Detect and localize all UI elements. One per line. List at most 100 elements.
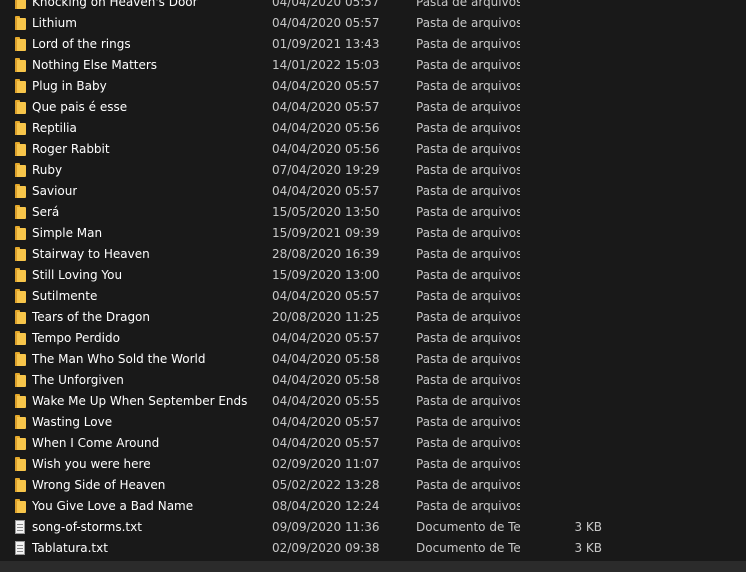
file-name: Still Loving You bbox=[32, 268, 123, 282]
folder-icon bbox=[14, 457, 27, 472]
file-date-modified: 15/05/2020 13:50 bbox=[272, 205, 380, 219]
file-name: Lithium bbox=[32, 16, 77, 30]
file-date-modified: 04/04/2020 05:56 bbox=[272, 142, 380, 156]
file-date-modified: 04/04/2020 05:57 bbox=[272, 100, 380, 114]
file-row[interactable]: The Unforgiven 04/04/2020 05:58 Pasta de a… bbox=[0, 370, 746, 391]
file-row[interactable]: You Give Love a Bad Name 08/04/2020 12:24… bbox=[0, 496, 746, 517]
file-name: Reptilia bbox=[32, 121, 77, 135]
file-type: Pasta de arquivos bbox=[416, 100, 520, 114]
file-name: Será bbox=[32, 205, 60, 219]
file-type: Pasta de arquivos bbox=[416, 37, 520, 51]
file-type: Pasta de arquivos bbox=[416, 247, 520, 261]
file-row[interactable]: song-of-storms.txt 09/09/2020 11:36 Docume… bbox=[0, 517, 746, 538]
folder-icon bbox=[14, 0, 27, 10]
file-type: Pasta de arquivos bbox=[416, 289, 520, 303]
folder-icon bbox=[14, 100, 27, 115]
file-row[interactable]: Wish you were here 02/09/2020 11:07 Pasta … bbox=[0, 454, 746, 475]
file-type: Pasta de arquivos bbox=[416, 268, 520, 282]
file-row[interactable]: When I Come Around 04/04/2020 05:57 Pasta … bbox=[0, 433, 746, 454]
file-name: The Unforgiven bbox=[32, 373, 124, 387]
horizontal-scrollbar[interactable] bbox=[0, 561, 746, 572]
file-row[interactable]: Tablatura.txt 02/09/2020 09:38 Documento d… bbox=[0, 538, 746, 559]
folder-icon bbox=[14, 121, 27, 136]
file-row[interactable]: The Man Who Sold the World 04/04/2020 05:… bbox=[0, 349, 746, 370]
folder-icon bbox=[14, 331, 27, 346]
file-name: Knocking on Heaven's Door bbox=[32, 0, 198, 9]
folder-icon bbox=[14, 247, 27, 262]
file-row[interactable]: Tears of the Dragon 20/08/2020 11:25 Pasta… bbox=[0, 307, 746, 328]
file-date-modified: 04/04/2020 05:56 bbox=[272, 121, 380, 135]
file-date-modified: 09/09/2020 11:36 bbox=[272, 520, 380, 534]
file-date-modified: 04/04/2020 05:58 bbox=[272, 373, 380, 387]
file-type: Pasta de arquivos bbox=[416, 394, 520, 408]
file-row[interactable]: Knocking on Heaven's Door 04/04/2020 05:5… bbox=[0, 0, 746, 13]
file-name: Wasting Love bbox=[32, 415, 113, 429]
file-name: When I Come Around bbox=[32, 436, 160, 450]
file-date-modified: 05/02/2022 13:28 bbox=[272, 478, 380, 492]
file-row[interactable]: Plug in Baby 04/04/2020 05:57 Pasta de arq… bbox=[0, 76, 746, 97]
folder-icon bbox=[14, 163, 27, 178]
file-date-modified: 04/04/2020 05:57 bbox=[272, 16, 380, 30]
file-row[interactable]: Wrong Side of Heaven 05/02/2022 13:28 Past… bbox=[0, 475, 746, 496]
file-row[interactable]: Stairway to Heaven 28/08/2020 16:39 Pasta … bbox=[0, 244, 746, 265]
folder-icon bbox=[14, 373, 27, 388]
file-type: Pasta de arquivos bbox=[416, 16, 520, 30]
file-type: Pasta de arquivos bbox=[416, 331, 520, 345]
file-size: 3 KB bbox=[574, 541, 602, 555]
file-row[interactable]: Reptilia 04/04/2020 05:56 Pasta de arquivo… bbox=[0, 118, 746, 139]
file-name: Roger Rabbit bbox=[32, 142, 110, 156]
file-name: The Man Who Sold the World bbox=[32, 352, 206, 366]
file-name: Wrong Side of Heaven bbox=[32, 478, 166, 492]
file-type: Pasta de arquivos bbox=[416, 163, 520, 177]
file-row[interactable]: Será 15/05/2020 13:50 Pasta de arquivos bbox=[0, 202, 746, 223]
file-type: Documento de Te... bbox=[416, 541, 520, 555]
folder-icon bbox=[14, 352, 27, 367]
folder-icon bbox=[14, 499, 27, 514]
file-row[interactable]: Tempo Perdido 04/04/2020 05:57 Pasta de ar… bbox=[0, 328, 746, 349]
file-type: Pasta de arquivos bbox=[416, 121, 520, 135]
file-date-modified: 04/04/2020 05:57 bbox=[272, 415, 380, 429]
file-name: Saviour bbox=[32, 184, 78, 198]
file-type: Pasta de arquivos bbox=[416, 499, 520, 513]
file-row[interactable]: Nothing Else Matters 14/01/2022 15:03 Past… bbox=[0, 55, 746, 76]
file-row[interactable]: Ruby 07/04/2020 19:29 Pasta de arquivos bbox=[0, 160, 746, 181]
file-row[interactable]: Still Loving You 15/09/2020 13:00 Pasta de… bbox=[0, 265, 746, 286]
file-type: Pasta de arquivos bbox=[416, 415, 520, 429]
file-name: Tablatura.txt bbox=[32, 541, 108, 555]
file-date-modified: 20/08/2020 11:25 bbox=[272, 310, 380, 324]
file-row[interactable]: Wake Me Up When September Ends 04/04/2020… bbox=[0, 391, 746, 412]
file-row[interactable]: Simple Man 15/09/2021 09:39 Pasta de arqui… bbox=[0, 223, 746, 244]
file-type: Pasta de arquivos bbox=[416, 142, 520, 156]
folder-icon bbox=[14, 16, 27, 31]
file-name: You Give Love a Bad Name bbox=[32, 499, 194, 513]
file-name: Ruby bbox=[32, 163, 63, 177]
file-row[interactable]: Sutilmente 04/04/2020 05:57 Pasta de arqui… bbox=[0, 286, 746, 307]
file-row[interactable]: Wasting Love 04/04/2020 05:57 Pasta de arq… bbox=[0, 412, 746, 433]
file-date-modified: 02/09/2020 11:07 bbox=[272, 457, 380, 471]
folder-icon bbox=[14, 289, 27, 304]
file-row[interactable]: Que pais é esse 04/04/2020 05:57 Pasta de … bbox=[0, 97, 746, 118]
folder-icon bbox=[14, 436, 27, 451]
folder-icon bbox=[14, 478, 27, 493]
file-row[interactable]: Roger Rabbit 04/04/2020 05:56 Pasta de arq… bbox=[0, 139, 746, 160]
file-type: Pasta de arquivos bbox=[416, 373, 520, 387]
file-row[interactable]: Lord of the rings 01/09/2021 13:43 Pasta d… bbox=[0, 34, 746, 55]
file-row[interactable]: Saviour 04/04/2020 05:57 Pasta de arquivos bbox=[0, 181, 746, 202]
folder-icon bbox=[14, 310, 27, 325]
file-name: Tempo Perdido bbox=[32, 331, 120, 345]
folder-icon bbox=[14, 142, 27, 157]
file-name: Wake Me Up When September Ends bbox=[32, 394, 248, 408]
folder-icon bbox=[14, 268, 27, 283]
file-list: Knocking on Heaven's Door 04/04/2020 05:5… bbox=[0, 0, 746, 559]
file-name: Tears of the Dragon bbox=[32, 310, 151, 324]
file-size: 3 KB bbox=[574, 520, 602, 534]
file-type: Pasta de arquivos bbox=[416, 352, 520, 366]
file-type: Pasta de arquivos bbox=[416, 58, 520, 72]
file-date-modified: 04/04/2020 05:57 bbox=[272, 79, 380, 93]
file-date-modified: 14/01/2022 15:03 bbox=[272, 58, 380, 72]
file-row[interactable]: Lithium 04/04/2020 05:57 Pasta de arquivos bbox=[0, 13, 746, 34]
file-type: Pasta de arquivos bbox=[416, 436, 520, 450]
file-type: Pasta de arquivos bbox=[416, 310, 520, 324]
file-name: Que pais é esse bbox=[32, 100, 128, 114]
file-name: Wish you were here bbox=[32, 457, 151, 471]
